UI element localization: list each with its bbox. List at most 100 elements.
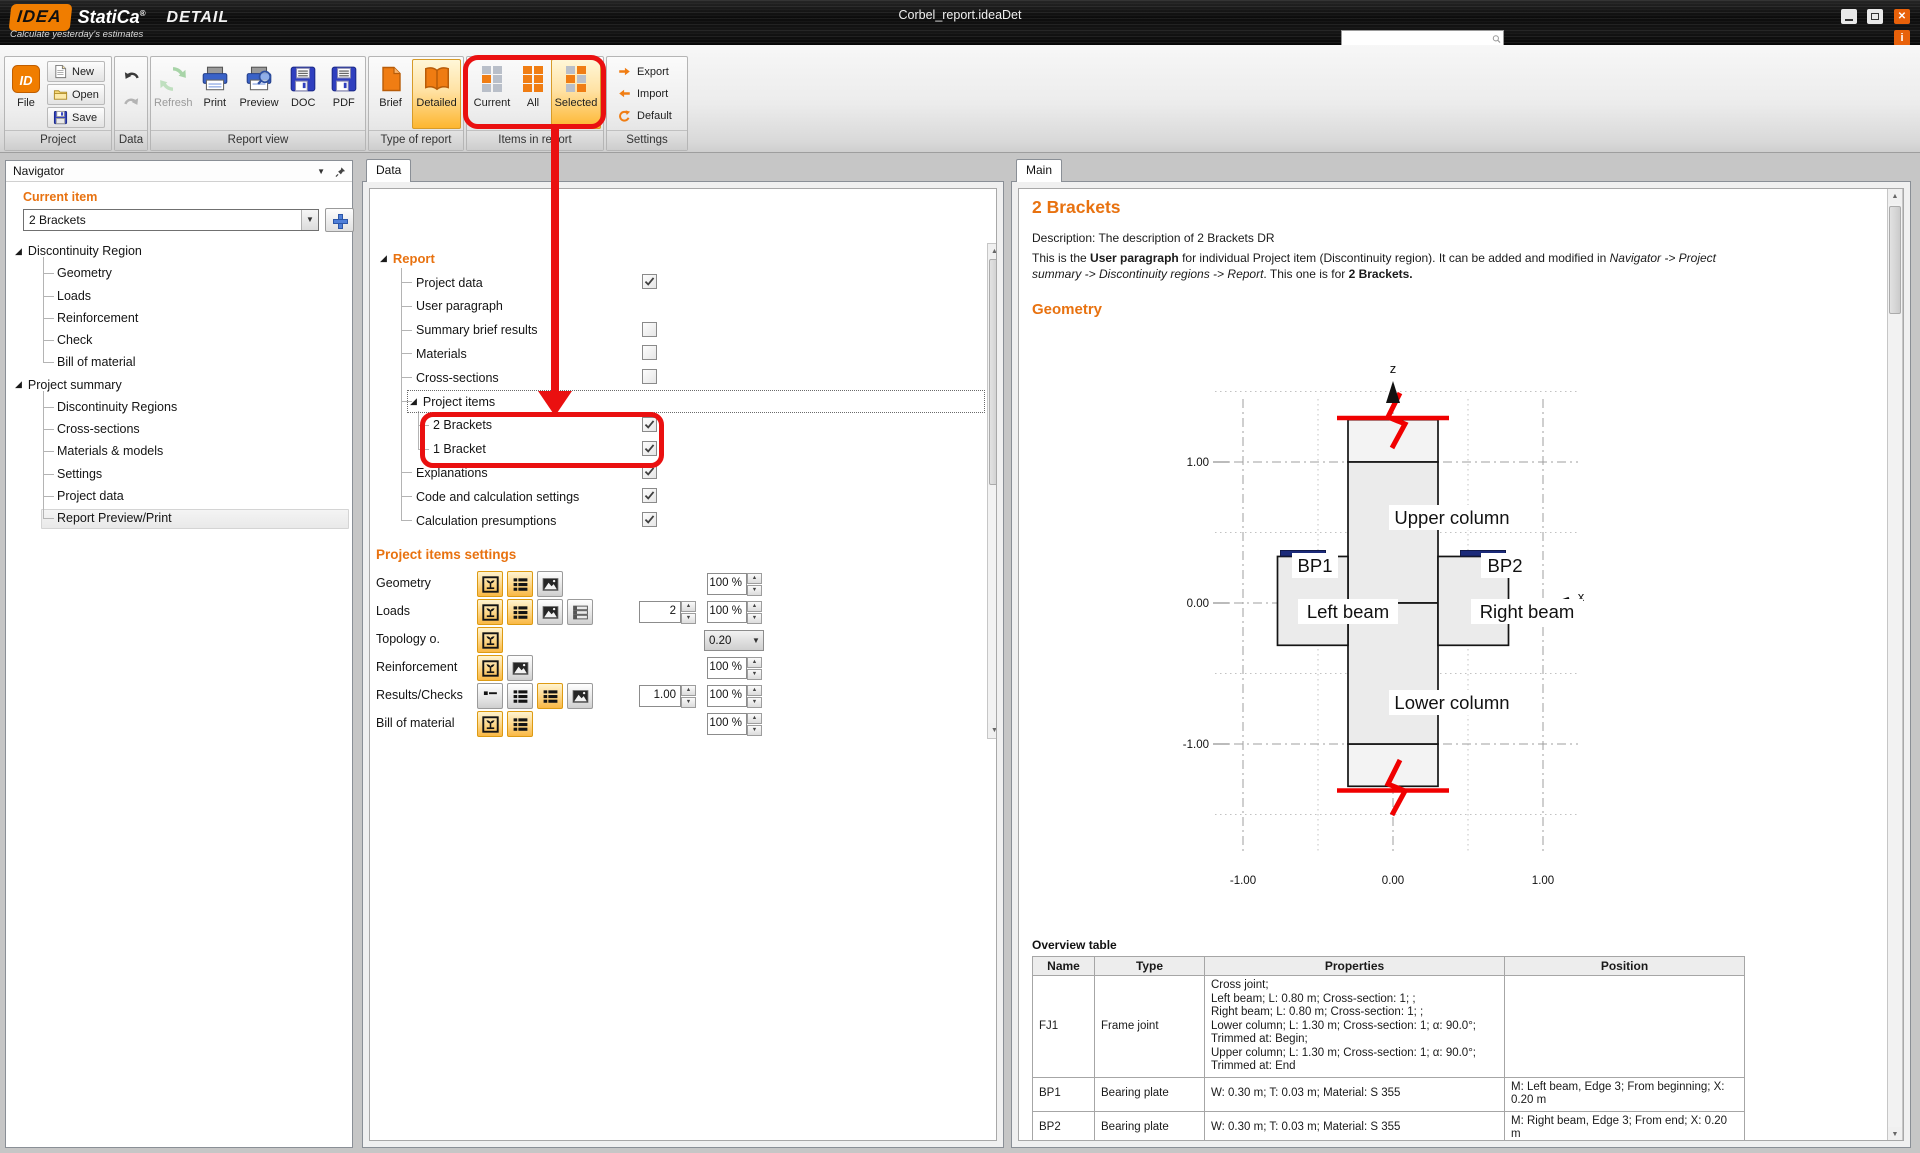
expander-icon[interactable]: ◢: [15, 246, 22, 257]
file-button[interactable]: ID File: [7, 59, 45, 129]
table-icon[interactable]: [507, 571, 533, 597]
spin-up-icon[interactable]: ▲: [747, 713, 762, 724]
main-scrollbar-thumb[interactable]: [1889, 206, 1901, 314]
table-icon[interactable]: [537, 683, 563, 709]
checkbox-summary-brief-results[interactable]: [642, 322, 657, 337]
nav-item-bill-of-material[interactable]: Bill of material: [57, 352, 136, 372]
brief-icon[interactable]: [477, 683, 503, 709]
doc-export-button[interactable]: DOC: [284, 59, 323, 129]
spin-down-icon[interactable]: ▼: [747, 697, 762, 708]
current-item-dropdown[interactable]: 2 Brackets ▼: [23, 209, 319, 231]
search-input[interactable]: [1342, 33, 1492, 45]
topology-ratio-dropdown[interactable]: 0.20▼: [704, 630, 764, 651]
table-icon[interactable]: [507, 711, 533, 737]
scale-percent-stepper[interactable]: ▲▼: [747, 685, 762, 707]
scale-percent-value[interactable]: 100 %: [707, 685, 747, 707]
report-tree-root[interactable]: ◢Report: [380, 248, 435, 269]
count-value[interactable]: 2: [639, 601, 681, 623]
nav-item-loads[interactable]: Loads: [57, 286, 91, 306]
report-tree-item-user-paragraph[interactable]: User paragraph: [416, 296, 503, 317]
expander-icon[interactable]: ◢: [410, 396, 417, 407]
navigator-header[interactable]: Navigator ▼: [6, 161, 352, 182]
spin-down-icon[interactable]: ▼: [681, 697, 696, 708]
scale-percent-stepper[interactable]: ▲▼: [747, 657, 762, 679]
nav-root-discontinuity-region[interactable]: ◢Discontinuity Region: [15, 241, 142, 261]
scale-percent-stepper[interactable]: ▲▼: [747, 601, 762, 623]
chevron-down-icon[interactable]: ▼: [317, 162, 325, 182]
add-item-button[interactable]: [325, 208, 354, 232]
dropdown-arrow-icon[interactable]: ▼: [301, 210, 318, 230]
picture-icon[interactable]: [567, 683, 593, 709]
maximize-button[interactable]: [1867, 9, 1883, 24]
main-scrollbar[interactable]: ▲ ▼: [1887, 189, 1903, 1141]
count-stepper[interactable]: ▲▼: [681, 601, 696, 623]
open-button[interactable]: Open: [47, 84, 105, 105]
drawing-icon[interactable]: [477, 571, 503, 597]
scroll-down-icon[interactable]: ▼: [988, 723, 997, 738]
table-icon[interactable]: [507, 599, 533, 625]
report-tree-item-project-items[interactable]: ◢Project items: [410, 391, 495, 412]
scroll-up-icon[interactable]: ▲: [1888, 189, 1902, 204]
scale-percent-value[interactable]: 100 %: [707, 601, 747, 623]
report-tree-item-calculation-presumptions[interactable]: Calculation presumptions: [416, 510, 556, 531]
refresh-button[interactable]: Refresh: [153, 59, 194, 129]
report-tree-item-materials[interactable]: Materials: [416, 343, 467, 364]
scale-percent-value[interactable]: 100 %: [707, 713, 747, 735]
spin-down-icon[interactable]: ▼: [747, 613, 762, 624]
checkbox-project-data[interactable]: [642, 274, 657, 289]
brief-button[interactable]: Brief: [371, 59, 410, 129]
preview-button[interactable]: Preview: [236, 59, 282, 129]
nav-item-check[interactable]: Check: [57, 330, 92, 350]
scale-percent-stepper[interactable]: ▲▼: [747, 573, 762, 595]
expander-icon[interactable]: ◢: [15, 379, 22, 390]
expander-icon[interactable]: ◢: [380, 253, 387, 264]
report-tree-item-code-and-calculation-settings[interactable]: Code and calculation settings: [416, 486, 579, 507]
spin-up-icon[interactable]: ▲: [747, 573, 762, 584]
save-button[interactable]: Save: [47, 107, 105, 128]
scroll-down-icon[interactable]: ▼: [1888, 1127, 1902, 1141]
spin-down-icon[interactable]: ▼: [747, 725, 762, 736]
scale-percent-stepper[interactable]: ▲▼: [747, 713, 762, 735]
nav-item-settings[interactable]: Settings: [57, 464, 102, 484]
spin-down-icon[interactable]: ▼: [681, 613, 696, 624]
scale-percent-value[interactable]: 100 %: [707, 657, 747, 679]
pin-icon[interactable]: [335, 166, 346, 178]
minimize-button[interactable]: [1841, 9, 1857, 24]
pdf-export-button[interactable]: PDF: [324, 59, 363, 129]
drawing-icon[interactable]: [477, 627, 503, 653]
checkbox-cross-sections[interactable]: [642, 369, 657, 384]
undo-button[interactable]: [119, 65, 143, 87]
drawing-icon[interactable]: [477, 711, 503, 737]
nav-root-project-summary[interactable]: ◢Project summary: [15, 375, 122, 395]
count-value[interactable]: 1.00: [639, 685, 681, 707]
checkbox-calculation-presumptions[interactable]: [642, 512, 657, 527]
nav-item-report-preview-print[interactable]: Report Preview/Print: [57, 508, 172, 528]
picture-icon[interactable]: [537, 571, 563, 597]
scale-percent-value[interactable]: 100 %: [707, 573, 747, 595]
nav-item-geometry[interactable]: Geometry: [57, 263, 112, 283]
new-button[interactable]: New: [47, 61, 105, 82]
dropdown-arrow-icon[interactable]: ▼: [749, 636, 763, 645]
nav-item-discontinuity-regions[interactable]: Discontinuity Regions: [57, 397, 177, 417]
table-icon[interactable]: [507, 683, 533, 709]
spin-down-icon[interactable]: ▼: [747, 669, 762, 680]
tab-main[interactable]: Main: [1016, 159, 1062, 182]
drawing-icon[interactable]: [477, 655, 503, 681]
redo-button[interactable]: [119, 91, 143, 113]
drawing-icon[interactable]: [477, 599, 503, 625]
detailed-button[interactable]: Detailed: [412, 59, 461, 129]
spin-up-icon[interactable]: ▲: [681, 685, 696, 696]
info-button[interactable]: i: [1894, 30, 1910, 46]
picture-icon[interactable]: [537, 599, 563, 625]
checkbox-materials[interactable]: [642, 345, 657, 360]
nav-item-materials-models[interactable]: Materials & models: [57, 441, 163, 461]
close-button[interactable]: ✕: [1894, 9, 1910, 24]
nav-item-project-data[interactable]: Project data: [57, 486, 124, 506]
report-tree-item-project-data[interactable]: Project data: [416, 272, 483, 293]
nav-item-cross-sections[interactable]: Cross-sections: [57, 419, 140, 439]
count-stepper[interactable]: ▲▼: [681, 685, 696, 707]
spin-up-icon[interactable]: ▲: [747, 657, 762, 668]
print-button[interactable]: Print: [196, 59, 235, 129]
spin-down-icon[interactable]: ▼: [747, 585, 762, 596]
import-button[interactable]: Import: [612, 84, 673, 103]
